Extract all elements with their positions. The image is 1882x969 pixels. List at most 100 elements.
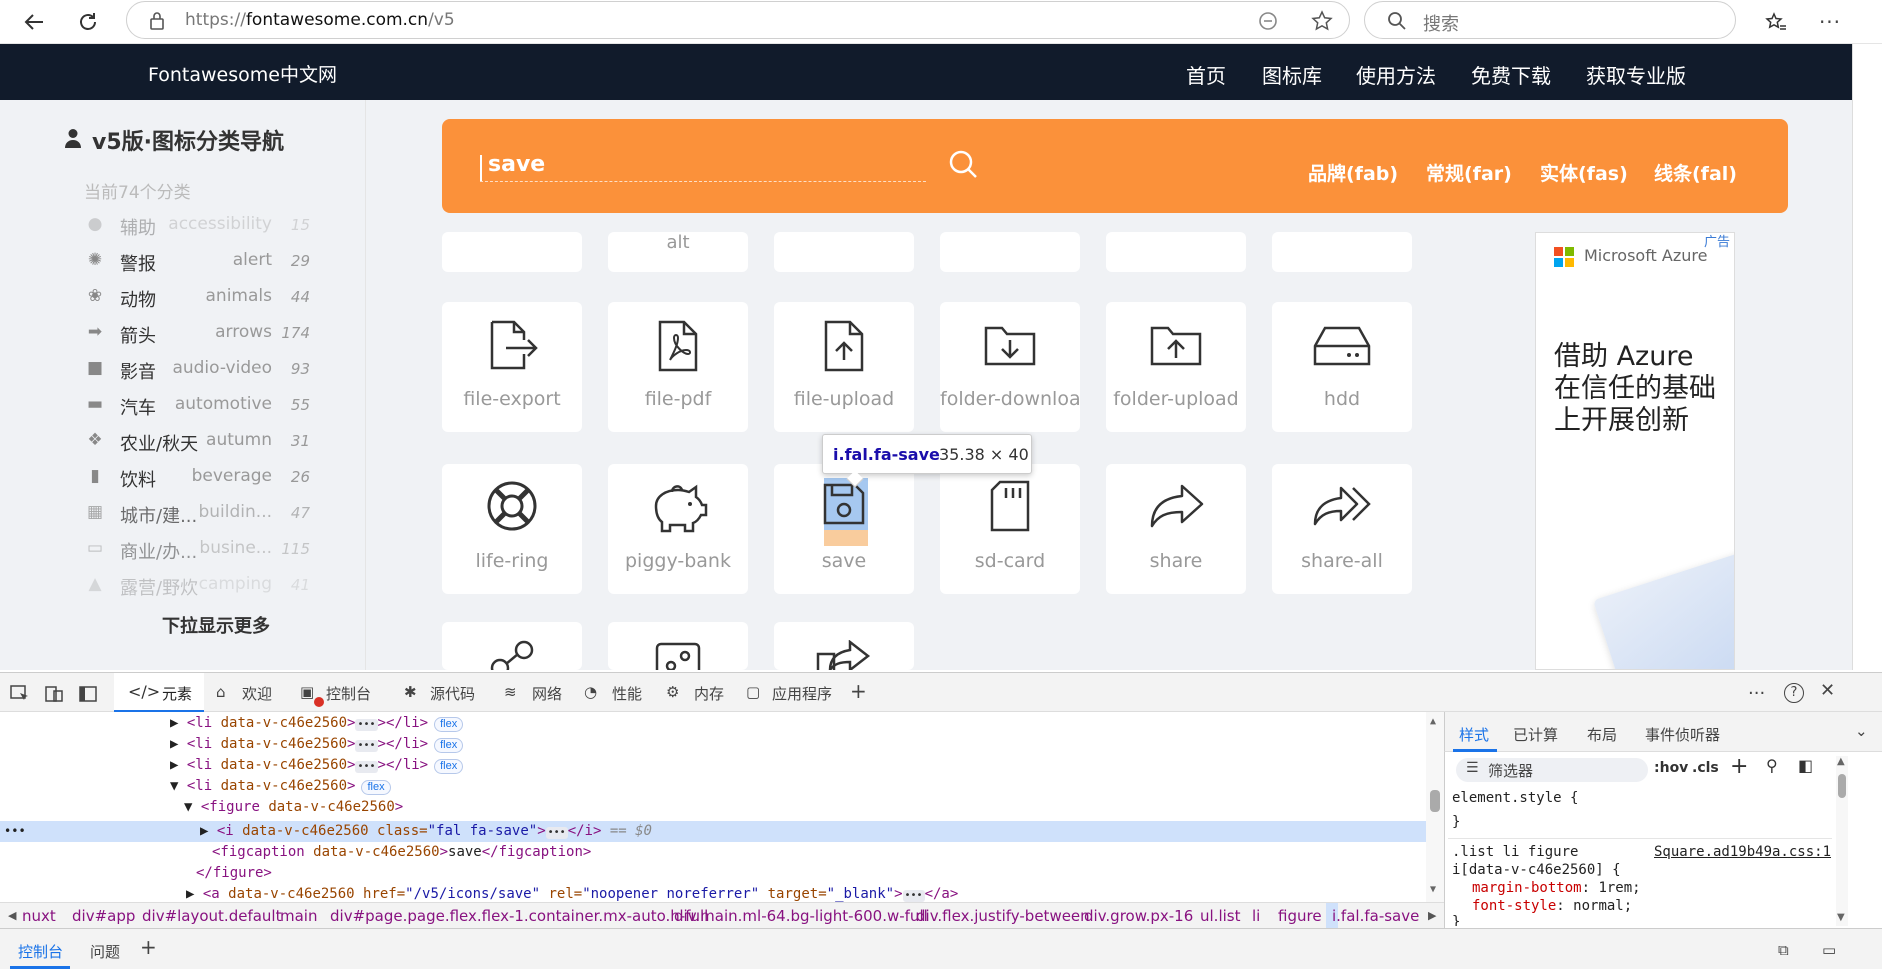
tab-welcome[interactable]: 欢迎 bbox=[242, 683, 272, 704]
sidebar-item-audio-video[interactable]: ■ 影音 audio-video 93 bbox=[84, 354, 310, 388]
tab-styles[interactable]: 样式 bbox=[1453, 712, 1497, 752]
drawer-tab-console[interactable]: 控制台 bbox=[10, 929, 70, 969]
rule-selector[interactable]: .list li figure bbox=[1452, 844, 1578, 860]
filter-solid[interactable]: 实体(fas) bbox=[1540, 159, 1628, 186]
dock-icon[interactable] bbox=[78, 685, 98, 703]
element-style-rule[interactable]: element.style { bbox=[1452, 790, 1578, 806]
icon-card[interactable] bbox=[442, 622, 582, 670]
sidebar-item-accessibility[interactable]: ● 辅助 accessibility 15 bbox=[84, 210, 310, 244]
back-button[interactable] bbox=[16, 4, 52, 40]
flex-badge[interactable]: flex bbox=[434, 738, 464, 753]
tab-computed[interactable]: 已计算 bbox=[1513, 724, 1558, 745]
scroll-up-icon[interactable]: ▲ bbox=[1430, 716, 1436, 727]
rule-selector[interactable]: i[data-v-c46e2560] { bbox=[1452, 862, 1621, 878]
icon-card[interactable] bbox=[774, 232, 914, 272]
icon-card[interactable] bbox=[1272, 232, 1412, 272]
dom-node[interactable]: ▶ <li data-v-c46e2560> ••• ></li> flex bbox=[170, 755, 464, 776]
css-declaration[interactable]: font-style: normal; bbox=[1472, 898, 1632, 914]
scroll-up-icon[interactable]: ▲ bbox=[1837, 756, 1845, 767]
browser-search-box[interactable]: 搜索 bbox=[1364, 1, 1736, 39]
ellipsis-icon[interactable]: ••• bbox=[902, 890, 925, 902]
inspect-element-icon[interactable] bbox=[10, 685, 30, 703]
sidebar-toggle-icon[interactable]: ◧ bbox=[1798, 756, 1813, 775]
address-bar[interactable]: https://fontawesome.com.cn/v5 bbox=[126, 1, 1350, 39]
selected-dom-node[interactable]: ••• bbox=[4, 821, 26, 842]
drawer-tab-issues[interactable]: 问题 bbox=[90, 941, 120, 962]
tab-event-listeners[interactable]: 事件侦听器 bbox=[1645, 724, 1720, 745]
dock-drawer-icon[interactable]: ⧉ bbox=[1778, 941, 1789, 959]
scroll-thumb[interactable] bbox=[1430, 790, 1440, 812]
device-toolbar-icon[interactable] bbox=[44, 685, 64, 703]
icon-card-folder-download[interactable]: folder-download bbox=[940, 302, 1080, 432]
selected-dom-node[interactable]: ▶ <i data-v-c46e2560 class="fal fa-save"… bbox=[200, 821, 652, 842]
icon-card[interactable]: alt bbox=[608, 232, 748, 272]
tab-sources[interactable]: 源代码 bbox=[430, 683, 475, 704]
icon-card-share-all[interactable]: share-all bbox=[1272, 464, 1412, 594]
search-icon[interactable] bbox=[944, 145, 984, 185]
breadcrumb-item[interactable]: main bbox=[280, 907, 317, 925]
filter-brands[interactable]: 品牌(fab) bbox=[1308, 159, 1398, 186]
more-options-icon[interactable]: ··· bbox=[1748, 683, 1765, 704]
site-brand[interactable]: Fontawesome中文网 bbox=[148, 60, 337, 87]
breadcrumb-item[interactable]: div.flex.justify-between bbox=[916, 907, 1090, 925]
ellipsis-icon[interactable]: ••• bbox=[355, 719, 378, 731]
show-more-label[interactable]: 下拉显示更多 bbox=[162, 612, 270, 638]
filter-regular[interactable]: 常规(far) bbox=[1426, 159, 1512, 186]
icon-card[interactable] bbox=[940, 232, 1080, 272]
sidebar-item-automotive[interactable]: ▬ 汽车 automotive 55 bbox=[84, 390, 310, 424]
add-tab-icon[interactable]: + bbox=[850, 679, 867, 703]
icon-card-life-ring[interactable]: life-ring bbox=[442, 464, 582, 594]
icon-card-save[interactable]: save bbox=[774, 464, 914, 594]
flex-badge[interactable]: flex bbox=[434, 759, 464, 774]
more-menu-button[interactable]: ··· bbox=[1812, 4, 1848, 40]
breadcrumb-item[interactable]: div#page.page.flex.flex-1.container.mx-a… bbox=[330, 907, 708, 925]
nav-free-download[interactable]: 免费下载 bbox=[1471, 60, 1551, 89]
sidebar-item-arrows[interactable]: ➡ 箭头 arrows 174 bbox=[84, 318, 310, 352]
hov-toggle[interactable]: :hov bbox=[1654, 760, 1688, 776]
ellipsis-icon[interactable]: ••• bbox=[545, 827, 568, 839]
breadcrumb-item[interactable]: div.grow.px-16 bbox=[1084, 907, 1193, 925]
breadcrumb-item[interactable]: li bbox=[1252, 907, 1260, 925]
icon-card-file-export[interactable]: file-export bbox=[442, 302, 582, 432]
reload-button[interactable] bbox=[70, 4, 106, 40]
icon-card[interactable] bbox=[774, 622, 914, 670]
advertisement[interactable]: 广告 ✕ Microsoft Azure 借助 Azure 在信任的基础 上开展… bbox=[1535, 232, 1735, 670]
help-icon[interactable]: ? bbox=[1784, 683, 1804, 703]
dom-node[interactable]: ▼ <li data-v-c46e2560> flex bbox=[170, 776, 391, 797]
icon-card[interactable] bbox=[1106, 232, 1246, 272]
styles-scrollbar[interactable]: ▲ ▼ bbox=[1836, 756, 1848, 926]
css-declaration[interactable]: margin-bottom: 1rem; bbox=[1472, 880, 1641, 896]
breadcrumb-scroll-right-icon[interactable]: ▶ bbox=[1428, 909, 1436, 922]
nav-usage[interactable]: 使用方法 bbox=[1356, 60, 1436, 89]
breadcrumb-scroll-left-icon[interactable]: ◀ bbox=[8, 909, 16, 922]
ellipsis-icon[interactable]: ••• bbox=[355, 761, 378, 773]
dom-node[interactable]: ▶ <a data-v-c46e2560 href="/v5/icons/sav… bbox=[186, 884, 958, 902]
add-rule-icon[interactable]: + bbox=[1730, 754, 1748, 779]
tab-memory[interactable]: 内存 bbox=[694, 683, 724, 704]
dom-node[interactable]: ▼ <figure data-v-c46e2560> bbox=[184, 797, 403, 818]
paint-brush-icon[interactable]: ⚲ bbox=[1766, 756, 1778, 775]
styles-filter-input[interactable]: ☰ 筛选器 bbox=[1456, 758, 1648, 782]
tab-layout[interactable]: 布局 bbox=[1587, 724, 1617, 745]
rule-source-link[interactable]: Square.ad19b49a.css:1 bbox=[1654, 844, 1831, 860]
filter-light[interactable]: 线条(fal) bbox=[1654, 159, 1737, 186]
favorites-button[interactable] bbox=[1758, 4, 1794, 40]
sidebar-item-beverage[interactable]: ▮ 饮料 beverage 26 bbox=[84, 462, 310, 496]
icon-card-hdd[interactable]: hdd bbox=[1272, 302, 1412, 432]
icon-card[interactable] bbox=[608, 622, 748, 670]
icon-card-piggy-bank[interactable]: piggy-bank bbox=[608, 464, 748, 594]
breadcrumb-item[interactable]: figure bbox=[1278, 907, 1322, 925]
sidebar-item-autumn[interactable]: ❖ 农业/秋天 autumn 31 bbox=[84, 426, 310, 460]
sidebar-item-business[interactable]: ▭ 商业/办... busine... 115 bbox=[84, 534, 310, 568]
nav-get-pro[interactable]: 获取专业版 bbox=[1586, 60, 1686, 89]
sidebar-item-camping[interactable]: ▲ 露营/野炊 camping 41 bbox=[84, 570, 310, 604]
flex-badge[interactable]: flex bbox=[434, 717, 464, 732]
dom-node[interactable]: <figcaption data-v-c46e2560>save</figcap… bbox=[212, 842, 591, 863]
breadcrumb-item-active[interactable]: i.fal.fa-save bbox=[1326, 903, 1419, 928]
nav-home[interactable]: 首页 bbox=[1186, 60, 1226, 89]
tab-network[interactable]: 网络 bbox=[532, 683, 562, 704]
breadcrumb-item[interactable]: div.main.ml-64.bg-light-600.w-full bbox=[674, 907, 928, 925]
icon-search-input[interactable]: save bbox=[480, 152, 926, 182]
favorite-star-icon[interactable] bbox=[1311, 10, 1333, 32]
dom-node[interactable]: ▶ <li data-v-c46e2560> ••• ></li> flex bbox=[170, 713, 464, 734]
